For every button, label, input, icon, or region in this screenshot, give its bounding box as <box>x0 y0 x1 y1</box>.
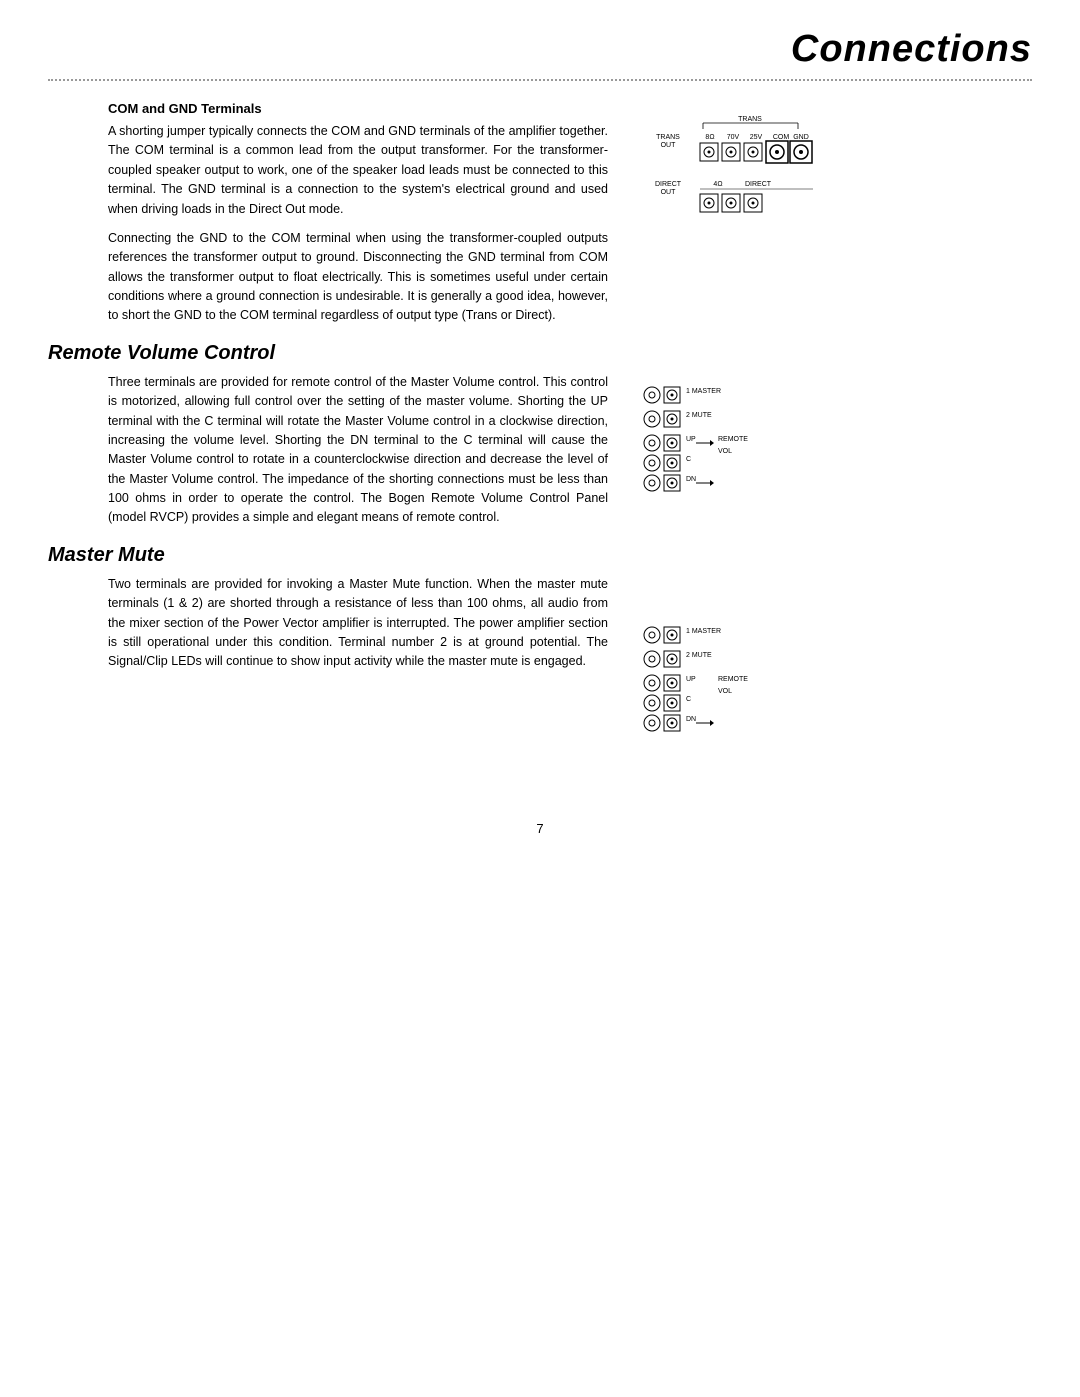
svg-text:COM: COM <box>773 134 790 141</box>
remote-vol-diagram: 1 MASTER 2 MUTE UP <box>638 381 798 501</box>
svg-text:DN: DN <box>686 476 696 483</box>
svg-text:2 MUTE: 2 MUTE <box>686 652 712 659</box>
master-mute-diagram: 1 MASTER 2 MUTE UP REMOTE <box>638 621 798 741</box>
svg-text:1 MASTER: 1 MASTER <box>686 628 721 635</box>
page: Connections COM and GND Terminals A shor… <box>0 0 1080 1397</box>
main-content: COM and GND Terminals A shorting jumper … <box>0 81 1080 781</box>
svg-text:TRANS: TRANS <box>656 134 680 141</box>
master-mute-section: Master Mute Two terminals are provided f… <box>48 544 608 672</box>
svg-text:REMOTE: REMOTE <box>718 436 748 443</box>
svg-text:VOL: VOL <box>718 688 732 695</box>
svg-text:GND: GND <box>793 134 809 141</box>
svg-text:1 MASTER: 1 MASTER <box>686 388 721 395</box>
svg-text:2 MUTE: 2 MUTE <box>686 412 712 419</box>
remote-volume-section: Remote Volume Control Three terminals ar… <box>48 342 608 528</box>
trans-diagram-container: TRANS TRANS OUT 8Ω 70V 25V COM GND <box>638 111 838 251</box>
svg-text:25V: 25V <box>750 134 763 141</box>
svg-text:C: C <box>686 696 691 703</box>
master-mute-para: Two terminals are provided for invoking … <box>108 575 608 672</box>
svg-text:DIRECT: DIRECT <box>655 181 682 188</box>
com-gnd-section: COM and GND Terminals A shorting jumper … <box>48 101 608 326</box>
right-column: TRANS TRANS OUT 8Ω 70V 25V COM GND <box>628 101 1032 781</box>
svg-text:OUT: OUT <box>661 142 677 149</box>
remote-vol-diagram-container: 1 MASTER 2 MUTE UP <box>638 381 798 501</box>
svg-text:OUT: OUT <box>661 189 677 196</box>
page-number: 7 <box>0 821 1080 856</box>
master-mute-diagram-container: 1 MASTER 2 MUTE UP REMOTE <box>638 621 798 741</box>
remote-volume-heading: Remote Volume Control <box>48 342 608 365</box>
header: Connections <box>0 0 1080 71</box>
trans-diagram: TRANS TRANS OUT 8Ω 70V 25V COM GND <box>638 111 838 251</box>
svg-text:REMOTE: REMOTE <box>718 676 748 683</box>
svg-text:UP: UP <box>686 436 696 443</box>
com-gnd-para1: A shorting jumper typically connects the… <box>108 122 608 219</box>
left-column: COM and GND Terminals A shorting jumper … <box>48 101 628 781</box>
svg-text:DN: DN <box>686 716 696 723</box>
page-title: Connections <box>791 28 1032 71</box>
svg-text:TRANS: TRANS <box>738 116 762 123</box>
svg-text:8Ω: 8Ω <box>705 134 714 141</box>
svg-text:DIRECT: DIRECT <box>745 181 772 188</box>
svg-text:VOL: VOL <box>718 448 732 455</box>
svg-text:70V: 70V <box>727 134 740 141</box>
svg-text:4Ω: 4Ω <box>713 181 722 188</box>
svg-text:UP: UP <box>686 676 696 683</box>
com-gnd-para2: Connecting the GND to the COM terminal w… <box>108 229 608 326</box>
remote-volume-para: Three terminals are provided for remote … <box>108 373 608 528</box>
com-gnd-heading: COM and GND Terminals <box>108 101 608 116</box>
master-mute-heading: Master Mute <box>48 544 608 567</box>
svg-text:C: C <box>686 456 691 463</box>
